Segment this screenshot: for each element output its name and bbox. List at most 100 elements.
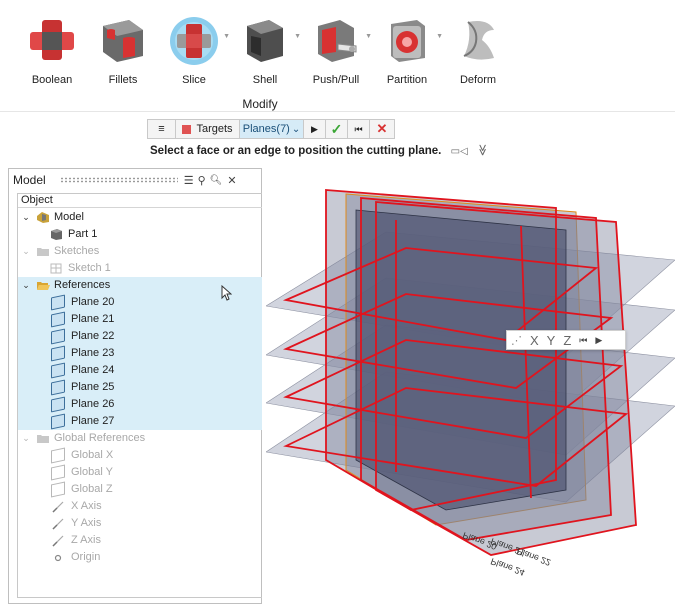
slice-label: Slice — [182, 74, 206, 86]
list-icon[interactable]: ☰ — [184, 174, 194, 187]
ribbon-group-title: Modify — [242, 97, 278, 111]
solid-body — [355, 209, 567, 511]
tree-item-sketches[interactable]: ⌄ Sketches — [18, 243, 262, 260]
tree-item-model[interactable]: ⌄ Model — [18, 209, 262, 226]
tree-item-origin[interactable]: Origin — [18, 549, 262, 566]
plane-icon — [51, 345, 65, 362]
tree-item-label: Plane 23 — [71, 347, 115, 359]
targets-button[interactable]: Targets — [176, 120, 240, 138]
3d-viewport[interactable]: Plane 20 Plane 21 Plane 22 Plane 24 — [266, 160, 675, 604]
deform-button[interactable]: Deform — [440, 8, 516, 98]
view-z-button[interactable]: Z — [559, 333, 575, 348]
partition-button[interactable]: Partition ▼ — [369, 8, 445, 98]
shell-icon — [247, 20, 283, 62]
plane-icon — [51, 396, 65, 413]
axes-icon[interactable]: ⋰ — [507, 334, 526, 347]
tree-item-plane-21[interactable]: Plane 21 — [18, 311, 262, 328]
tree-item-label: Plane 25 — [71, 381, 115, 393]
planes-label: Planes(7) — [242, 123, 290, 135]
tree-item-label: Global X — [71, 449, 114, 461]
tree-item-global-y[interactable]: Global Y — [18, 464, 262, 481]
tree-item-label: Sketch 1 — [68, 262, 111, 274]
deform-label: Deform — [459, 74, 497, 86]
chevron-down-icon[interactable]: ⌄ — [21, 243, 31, 260]
tree-item-plane-25[interactable]: Plane 25 — [18, 379, 262, 396]
tree-item-x-axis[interactable]: X Axis — [18, 498, 262, 515]
camera-icon[interactable]: ▭◁ — [451, 146, 468, 157]
chevron-down-icon[interactable]: ⌄ — [21, 430, 31, 447]
model-icon — [37, 212, 49, 223]
tree-item-label: Plane 26 — [71, 398, 115, 410]
tree-item-label: Model — [54, 211, 84, 223]
tree-item-label: Part 1 — [68, 228, 98, 240]
slice-toolbar: ≡ Targets Planes(7) ⌄ ▶ ✓ ⏮ ✕ — [147, 119, 395, 139]
panel-drag-grip[interactable] — [59, 177, 178, 183]
tree-item-plane-23[interactable]: Plane 23 — [18, 345, 262, 362]
fillets-button[interactable]: Fillets — [85, 8, 161, 98]
floating-view-toolbar: ⋰ X Y Z ⏮ ▶ — [506, 330, 626, 350]
binoculars-icon[interactable]: ⚲ — [198, 174, 206, 187]
plane-icon — [51, 413, 65, 430]
plane-label-plane-22: Plane 22 — [515, 546, 552, 568]
tree-item-plane-27[interactable]: Plane 27 — [18, 413, 262, 430]
tree-item-label: Plane 27 — [71, 415, 115, 427]
play-button[interactable]: ▶ — [304, 120, 326, 138]
partition-icon — [391, 20, 425, 62]
plane-icon — [51, 362, 65, 379]
reset-view-button[interactable]: ⏮ — [575, 335, 591, 346]
tree-item-part-1[interactable]: Part 1 — [18, 226, 262, 243]
instruction-text: Select a face or an edge to position the… — [150, 145, 442, 157]
close-icon[interactable]: ✕ — [227, 174, 236, 187]
sketch-icon — [50, 263, 62, 274]
play-view-button[interactable]: ▶ — [591, 335, 606, 346]
apply-button[interactable]: ✓ — [326, 120, 348, 138]
folder-icon — [37, 248, 49, 256]
tree-item-label: Global References — [54, 432, 146, 444]
panel-title: Model — [13, 173, 46, 187]
axis-icon — [52, 518, 64, 530]
axis-icon — [52, 535, 64, 547]
push-pull-button[interactable]: Push/Pull ▼ — [298, 8, 374, 98]
boolean-icon — [30, 20, 74, 60]
plane-icon — [51, 311, 65, 328]
view-x-button[interactable]: X — [526, 333, 543, 348]
shell-button[interactable]: Shell ▼ — [227, 8, 303, 98]
plane-icon — [51, 481, 65, 498]
folder-icon — [37, 435, 49, 443]
chevron-down-icon[interactable]: ⌄ — [21, 277, 31, 294]
tree-item-label: Z Axis — [71, 534, 101, 546]
search-icon[interactable]: 🔍︎ — [210, 175, 223, 186]
collapse-icon[interactable]: ≫ — [476, 144, 490, 156]
panel-header: Model ☰ ⚲ 🔍︎ ✕ — [9, 169, 261, 191]
folder-open-icon — [37, 282, 50, 290]
slice-button[interactable]: Slice ▼ — [156, 8, 232, 98]
planes-dropdown[interactable]: Planes(7) ⌄ — [240, 120, 304, 138]
cancel-button[interactable]: ✕ — [370, 120, 394, 138]
chevron-down-icon: ⌄ — [291, 123, 301, 135]
origin-icon — [54, 554, 62, 562]
tree-item-label: Global Y — [71, 466, 113, 478]
tree-item-global-references[interactable]: ⌄ Global References — [18, 430, 262, 447]
tree-item-plane-24[interactable]: Plane 24 — [18, 362, 262, 379]
deform-icon — [463, 21, 494, 60]
plane-icon — [51, 464, 65, 481]
tree-item-global-z[interactable]: Global Z — [18, 481, 262, 498]
reset-button[interactable]: ⏮ — [348, 120, 370, 138]
tree-item-label: Plane 21 — [71, 313, 115, 325]
menu-button[interactable]: ≡ — [148, 120, 176, 138]
tree-item-label: Origin — [71, 551, 101, 563]
chevron-down-icon[interactable]: ⌄ — [21, 209, 31, 226]
plane-label-plane-24: Plane 24 — [489, 556, 526, 578]
tree-item-label: Plane 22 — [71, 330, 115, 342]
tree-item-plane-26[interactable]: Plane 26 — [18, 396, 262, 413]
plane-icon — [51, 379, 65, 396]
tree-item-sketch-1[interactable]: Sketch 1 — [18, 260, 262, 277]
tree-item-z-axis[interactable]: Z Axis — [18, 532, 262, 549]
axis-icon — [52, 501, 64, 513]
boolean-button[interactable]: Boolean — [14, 8, 90, 98]
slice-icon — [170, 17, 218, 65]
tree-item-y-axis[interactable]: Y Axis — [18, 515, 262, 532]
tree-item-global-x[interactable]: Global X — [18, 447, 262, 464]
view-y-button[interactable]: Y — [543, 333, 560, 348]
tree-item-plane-22[interactable]: Plane 22 — [18, 328, 262, 345]
